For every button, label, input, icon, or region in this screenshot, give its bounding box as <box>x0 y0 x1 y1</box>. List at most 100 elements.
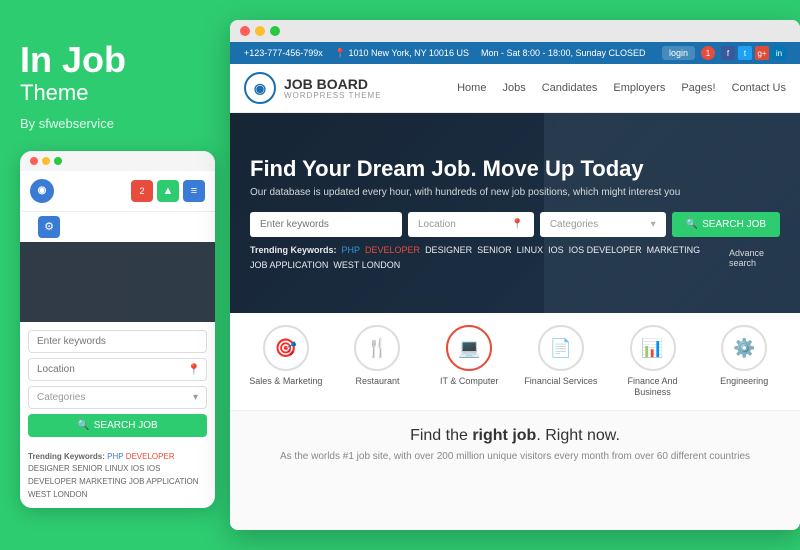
twitter-icon[interactable]: t <box>738 46 752 60</box>
keyword-developer[interactable]: DEVELOPER <box>365 245 420 255</box>
nav-pages[interactable]: Pages! <box>681 82 715 94</box>
nav-contact[interactable]: Contact Us <box>732 82 786 94</box>
mobile-menu-icon[interactable]: ≡ <box>183 180 205 202</box>
mobile-user-icon[interactable]: ▲ <box>157 180 179 202</box>
search-btn-label: SEARCH JOB <box>702 219 766 230</box>
keyword-ios-dev[interactable]: IOS DEVELOPER <box>569 245 642 255</box>
search-job-button[interactable]: 🔍 SEARCH JOB <box>672 212 780 237</box>
cat-icon-finance: 📊 <box>630 325 676 371</box>
mobile-search-label: SEARCH JOB <box>94 420 158 431</box>
logo-text-block: JOB BOARD WORDPRESS THEME <box>284 77 382 100</box>
brand-subtitle: Theme <box>20 80 210 106</box>
facebook-icon[interactable]: f <box>721 46 735 60</box>
keyword-marketing[interactable]: MARKETING <box>647 245 701 255</box>
social-icons: f t g+ in <box>721 46 786 60</box>
keyword-job-app[interactable]: JOB APPLICATION <box>250 260 328 270</box>
location-icon: 📍 <box>511 219 523 230</box>
keyword-linux[interactable]: LINUX <box>517 245 544 255</box>
browser-dot-red <box>240 26 250 36</box>
bottom-title-end: . Right now. <box>536 427 620 444</box>
trending-keywords: Trending Keywords: PHP DEVELOPER DESIGNE… <box>250 245 729 270</box>
mobile-mockup: ◉ 2 ▲ ≡ ⚙ 📍 Categories ▾ 🔍 <box>20 151 215 508</box>
category-restaurant[interactable]: 🍴 Restaurant <box>338 325 418 398</box>
keyword-senior[interactable]: SENIOR <box>477 245 512 255</box>
brand-author: By sfwebservice <box>20 116 210 131</box>
cat-label-restaurant: Restaurant <box>355 376 399 387</box>
cat-label-finance: Finance And Business <box>613 376 693 398</box>
search-icon: 🔍 <box>77 420 89 431</box>
topbar-login-button[interactable]: login <box>662 46 695 60</box>
keyword-php[interactable]: PHP <box>342 245 361 255</box>
mobile-nav-right: 2 ▲ ≡ <box>131 180 205 202</box>
mobile-gear-icon[interactable]: ⚙ <box>38 216 60 238</box>
bottom-title-bold: right job <box>472 427 536 444</box>
mobile-logo: ◉ <box>30 179 54 203</box>
category-engineering[interactable]: ⚙️ Engineering <box>704 325 784 398</box>
advance-search-link[interactable]: Advance search <box>729 248 780 268</box>
bottom-title: Find the right job. Right now. <box>246 427 784 445</box>
mobile-categories-select[interactable]: Categories ▾ <box>28 386 207 409</box>
logo-area: ◉ JOB BOARD WORDPRESS THEME <box>244 72 382 104</box>
mobile-hero-image <box>20 242 215 322</box>
bottom-title-start: Find the <box>410 427 472 444</box>
search-category-select[interactable]: Categories ▾ <box>540 212 666 237</box>
trending-label: Trending Keywords: <box>250 245 337 255</box>
mobile-dot-yellow <box>42 157 50 165</box>
topbar-address: 📍 1010 New York, NY 10016 US <box>335 48 469 59</box>
mobile-notification-icon[interactable]: 2 <box>131 180 153 202</box>
nav-employers[interactable]: Employers <box>613 82 665 94</box>
mobile-keyword-php[interactable]: PHP <box>107 452 123 461</box>
mobile-categories-label: Categories <box>37 392 85 403</box>
category-sales-marketing[interactable]: 🎯 Sales & Marketing <box>246 325 326 398</box>
cat-icon-it: 💻 <box>446 325 492 371</box>
mobile-gear-row: ⚙ <box>20 212 215 238</box>
mobile-keywords-input[interactable] <box>28 330 207 353</box>
cat-icon-engineering: ⚙️ <box>721 325 767 371</box>
notification-badge[interactable]: 1 <box>701 46 715 60</box>
keyword-west-london[interactable]: WEST LONDON <box>333 260 400 270</box>
category-financial[interactable]: 📄 Financial Services <box>521 325 601 398</box>
mobile-trending-label: Trending Keywords: <box>28 452 105 461</box>
mobile-location-input[interactable] <box>28 358 207 381</box>
hero-section: Find Your Dream Job. Move Up Today Our d… <box>230 113 800 313</box>
nav-jobs[interactable]: Jobs <box>502 82 525 94</box>
googleplus-icon[interactable]: g+ <box>755 46 769 60</box>
topbar-right: login 1 f t g+ in <box>662 46 786 60</box>
logo-sub: WORDPRESS THEME <box>284 91 382 100</box>
search-bar: Location 📍 Categories ▾ 🔍 SEARCH JOB <box>250 212 780 237</box>
cat-icon-restaurant: 🍴 <box>354 325 400 371</box>
cat-label-it: IT & Computer <box>440 376 498 387</box>
nav-home[interactable]: Home <box>457 82 486 94</box>
brand-title: In Job <box>20 40 210 80</box>
mobile-dot-green <box>54 157 62 165</box>
chevron-down-icon: ▾ <box>193 392 198 403</box>
logo-text: JOB BOARD <box>284 77 382 91</box>
mobile-search-section: 📍 Categories ▾ 🔍 SEARCH JOB <box>20 322 215 445</box>
cat-label-sales: Sales & Marketing <box>249 376 322 387</box>
topbar-hours: Mon - Sat 8:00 - 18:00, Sunday CLOSED <box>481 48 646 59</box>
browser-chrome <box>230 20 800 42</box>
nav-candidates[interactable]: Candidates <box>542 82 598 94</box>
search-location-input[interactable]: Location 📍 <box>408 212 534 237</box>
mobile-keywords-rest: DESIGNER SENIOR LINUX IOS IOS DEVELOPER … <box>28 464 199 499</box>
chevron-down-icon: ▾ <box>651 219 656 230</box>
keyword-ios[interactable]: IOS <box>548 245 564 255</box>
mobile-browser-chrome <box>20 151 215 171</box>
topbar-phone: +123-777-456-799x <box>244 48 323 59</box>
mobile-dot-red <box>30 157 38 165</box>
location-placeholder: Location <box>418 219 456 230</box>
linkedin-icon[interactable]: in <box>772 46 786 60</box>
browser-dot-yellow <box>255 26 265 36</box>
mobile-keyword-dev[interactable]: DEVELOPER <box>126 452 175 461</box>
search-row2: Trending Keywords: PHP DEVELOPER DESIGNE… <box>250 245 780 270</box>
main-nav: ◉ JOB BOARD WORDPRESS THEME Home Jobs Ca… <box>230 64 800 113</box>
category-it-computer[interactable]: 💻 IT & Computer <box>429 325 509 398</box>
bottom-section: Find the right job. Right now. As the wo… <box>230 411 800 530</box>
bottom-subtitle: As the worlds #1 job site, with over 200… <box>246 451 784 462</box>
hero-subtitle: Our database is updated every hour, with… <box>250 187 780 198</box>
keyword-designer[interactable]: DESIGNER <box>425 245 472 255</box>
search-keywords-input[interactable] <box>250 212 402 237</box>
mobile-search-button[interactable]: 🔍 SEARCH JOB <box>28 414 207 437</box>
category-finance-business[interactable]: 📊 Finance And Business <box>613 325 693 398</box>
location-pin-icon: 📍 <box>187 363 201 376</box>
